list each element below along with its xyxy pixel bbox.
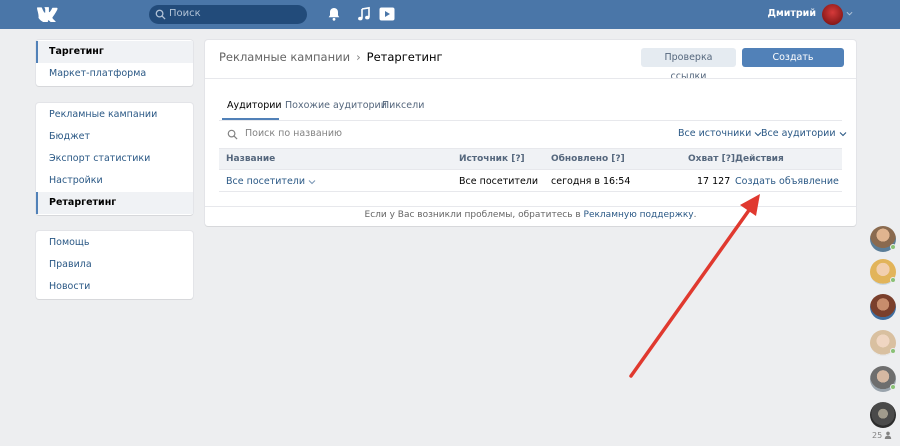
friend-avatar[interactable] bbox=[870, 294, 896, 320]
audiences-dropdown-label: Все аудитории bbox=[761, 128, 836, 139]
friends-count: 25 bbox=[872, 431, 883, 440]
search-placeholder: Поиск bbox=[169, 8, 201, 19]
sidebar-item-market-platform[interactable]: Маркет-платформа bbox=[36, 63, 193, 85]
support-footer-end: . bbox=[693, 210, 697, 220]
sidebar-item-export-stats[interactable]: Экспорт статистики bbox=[36, 148, 193, 170]
audience-name-link[interactable]: Все посетители bbox=[226, 176, 316, 187]
friends-online-count[interactable]: 25 bbox=[872, 431, 892, 440]
video-icon[interactable] bbox=[379, 6, 395, 22]
sources-dropdown[interactable]: Все источники bbox=[678, 128, 762, 139]
column-reach[interactable]: Охват [?] bbox=[688, 154, 735, 164]
audience-name: Все посетители bbox=[226, 176, 306, 187]
bell-icon[interactable] bbox=[326, 6, 342, 22]
divider bbox=[219, 120, 842, 121]
support-footer: Если у Вас возникли проблемы, обратитесь… bbox=[205, 210, 856, 220]
tab-pixels[interactable]: Пиксели bbox=[382, 100, 424, 111]
sources-dropdown-label: Все источники bbox=[678, 128, 752, 139]
retargeting-panel: Рекламные кампании › Ретаргетинг Проверка … bbox=[205, 40, 856, 226]
audience-filter-bar: Поиск по названию Все источники Все ауди… bbox=[219, 122, 846, 147]
music-icon[interactable] bbox=[356, 6, 372, 22]
table-row: Все посетители Все посетители сегодня в … bbox=[219, 170, 842, 192]
chevron-down-icon bbox=[839, 131, 846, 136]
user-name[interactable]: Дмитрий bbox=[744, 8, 816, 19]
sidebar-item-news[interactable]: Новости bbox=[36, 276, 193, 298]
tab-lookalike[interactable]: Похожие аудитории bbox=[285, 100, 387, 111]
user-avatar[interactable] bbox=[822, 4, 843, 25]
check-link-button[interactable]: Проверка ссылки bbox=[641, 48, 736, 82]
audience-search-input[interactable]: Поиск по названию bbox=[245, 128, 342, 139]
breadcrumb-campaigns[interactable]: Рекламные кампании bbox=[219, 50, 350, 64]
sidebar-item-retargeting[interactable]: Ретаргетинг bbox=[36, 192, 193, 214]
chevron-down-icon[interactable] bbox=[846, 10, 853, 17]
breadcrumb: Рекламные кампании › Ретаргетинг bbox=[219, 50, 443, 64]
column-updated[interactable]: Обновлено [?] bbox=[551, 154, 625, 164]
search-icon bbox=[155, 9, 166, 20]
online-indicator bbox=[890, 277, 896, 283]
support-footer-text: Если у Вас возникли проблемы, обратитесь… bbox=[364, 210, 584, 220]
top-header: Поиск Дмитрий bbox=[0, 0, 900, 29]
tab-audiences[interactable]: Аудитории bbox=[227, 100, 282, 111]
page-title: Ретаргетинг bbox=[366, 50, 443, 64]
column-actions: Действия bbox=[735, 154, 784, 164]
audience-reach: 17 127 bbox=[697, 176, 731, 187]
search-icon bbox=[227, 129, 238, 140]
person-icon bbox=[884, 431, 892, 439]
column-source[interactable]: Источник [?] bbox=[459, 154, 525, 164]
friend-avatar[interactable] bbox=[870, 402, 896, 428]
sidebar-item-settings[interactable]: Настройки bbox=[36, 170, 193, 192]
vk-logo-icon[interactable] bbox=[36, 6, 60, 22]
sidebar-item-rules[interactable]: Правила bbox=[36, 254, 193, 276]
online-indicator bbox=[890, 348, 896, 354]
online-indicator bbox=[890, 384, 896, 390]
create-audience-button[interactable]: Создать аудиторию bbox=[742, 48, 844, 82]
divider bbox=[205, 206, 856, 207]
audience-source: Все посетители bbox=[459, 176, 539, 187]
sidebar-item-budget[interactable]: Бюджет bbox=[36, 126, 193, 148]
chevron-down-icon bbox=[308, 179, 316, 184]
audiences-dropdown[interactable]: Все аудитории bbox=[761, 128, 847, 139]
create-ad-link[interactable]: Создать объявление bbox=[735, 176, 839, 187]
sidebar-item-targeting[interactable]: Таргетинг bbox=[36, 41, 193, 63]
audience-updated: сегодня в 16:54 bbox=[551, 176, 631, 187]
support-link[interactable]: Рекламную поддержку bbox=[584, 210, 694, 220]
breadcrumb-separator: › bbox=[356, 50, 361, 64]
online-indicator bbox=[890, 244, 896, 250]
column-name[interactable]: Название bbox=[226, 154, 275, 164]
header-search[interactable]: Поиск bbox=[149, 5, 307, 24]
sidebar-group-help: Помощь Правила Новости bbox=[36, 231, 193, 299]
sidebar-item-campaigns[interactable]: Рекламные кампании bbox=[36, 104, 193, 126]
sidebar-group-targeting: Таргетинг Маркет-платформа bbox=[36, 40, 193, 86]
sidebar-item-help[interactable]: Помощь bbox=[36, 232, 193, 254]
table-header: Название Источник [?] Обновлено [?] Охва… bbox=[219, 148, 842, 170]
sidebar-group-ads: Рекламные кампании Бюджет Экспорт статис… bbox=[36, 103, 193, 215]
divider bbox=[205, 78, 856, 79]
